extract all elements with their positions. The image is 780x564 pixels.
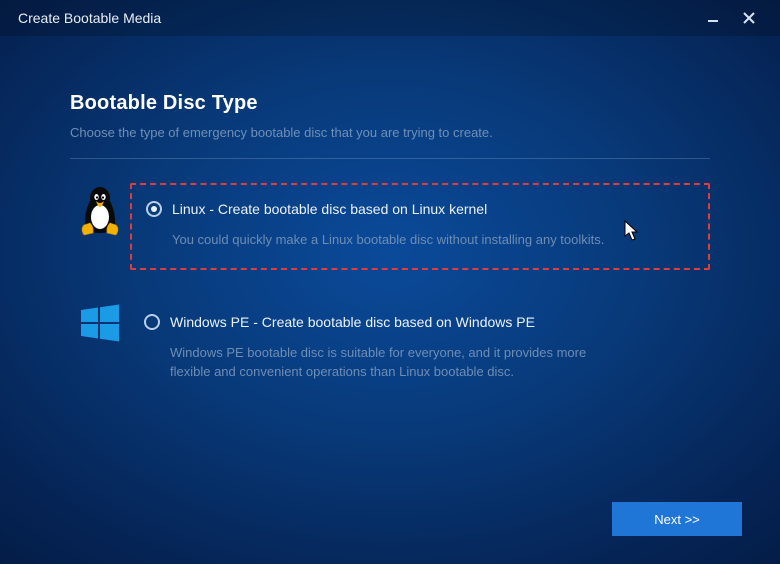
titlebar: Create Bootable Media bbox=[0, 0, 780, 36]
radio-icon bbox=[146, 201, 162, 217]
tux-icon bbox=[78, 187, 122, 237]
option-winpe: Windows PE - Create bootable disc based … bbox=[70, 298, 710, 400]
option-linux: Linux - Create bootable disc based on Li… bbox=[70, 183, 710, 270]
winpe-icon-col bbox=[70, 298, 130, 344]
content-area: Bootable Disc Type Choose the type of em… bbox=[70, 92, 710, 428]
footer: Next >> bbox=[612, 502, 742, 536]
radio-icon bbox=[144, 314, 160, 330]
app-window: Create Bootable Media Bootable Disc Type… bbox=[0, 0, 780, 564]
close-button[interactable] bbox=[732, 4, 766, 32]
option-linux-title: Linux - Create bootable disc based on Li… bbox=[172, 201, 487, 217]
next-button[interactable]: Next >> bbox=[612, 502, 742, 536]
options-group: Linux - Create bootable disc based on Li… bbox=[70, 183, 710, 400]
minimize-icon bbox=[706, 11, 720, 25]
page-heading: Bootable Disc Type bbox=[70, 92, 710, 115]
option-linux-desc: You could quickly make a Linux bootable … bbox=[172, 231, 632, 250]
close-icon bbox=[742, 11, 756, 25]
window-title: Create Bootable Media bbox=[18, 10, 161, 26]
divider bbox=[70, 158, 710, 159]
option-winpe-desc: Windows PE bootable disc is suitable for… bbox=[170, 344, 630, 382]
linux-icon-col bbox=[70, 183, 130, 237]
radio-linux[interactable]: Linux - Create bootable disc based on Li… bbox=[146, 201, 694, 217]
radio-winpe[interactable]: Windows PE - Create bootable disc based … bbox=[144, 314, 696, 330]
option-linux-block[interactable]: Linux - Create bootable disc based on Li… bbox=[130, 183, 710, 270]
minimize-button[interactable] bbox=[696, 4, 730, 32]
page-subheading: Choose the type of emergency bootable di… bbox=[70, 125, 710, 140]
windows-icon bbox=[79, 302, 121, 344]
option-winpe-title: Windows PE - Create bootable disc based … bbox=[170, 314, 535, 330]
option-winpe-block[interactable]: Windows PE - Create bootable disc based … bbox=[130, 298, 710, 400]
